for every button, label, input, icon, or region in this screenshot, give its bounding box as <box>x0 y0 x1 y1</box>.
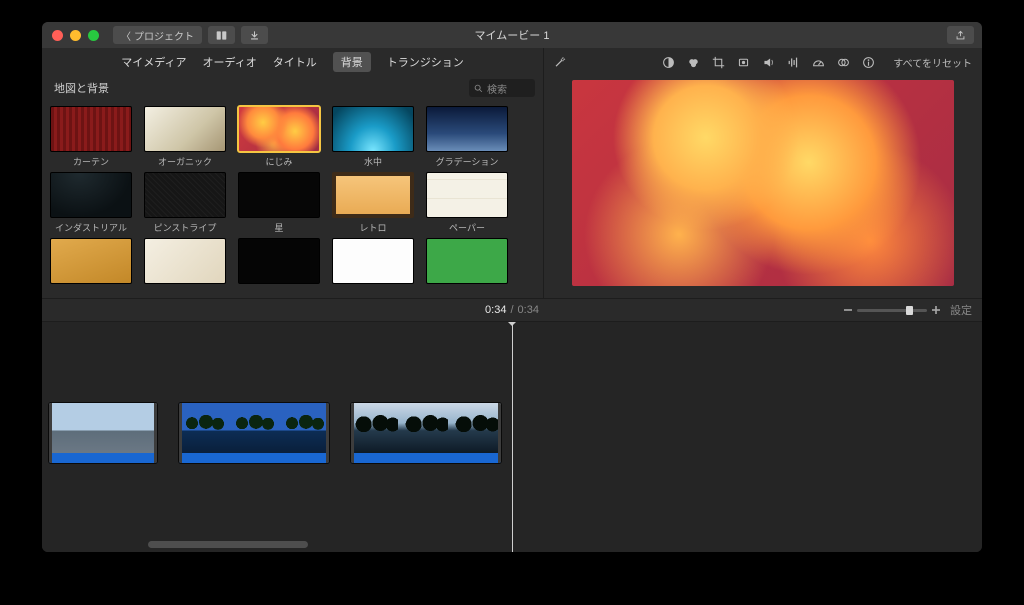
bg-thumb-3[interactable]: 水中 <box>332 106 414 168</box>
zoom-slider[interactable] <box>844 306 940 314</box>
timeline-settings-button[interactable]: 設定 <box>950 302 972 318</box>
back-projects-button[interactable]: 〈プロジェクト <box>113 26 202 44</box>
bg-thumb-11[interactable] <box>144 238 226 287</box>
close-button[interactable] <box>52 30 63 41</box>
reset-all-button[interactable]: すべてをリセット <box>893 55 972 70</box>
stabilize-icon[interactable] <box>737 56 750 69</box>
app-window: 〈プロジェクト マイムービー 1 マイメディア オーディオタイトル背景トランジショ… <box>42 22 982 552</box>
bg-thumb-0[interactable]: カーテン <box>50 106 132 168</box>
speed-icon[interactable] <box>812 56 825 69</box>
filter-icon[interactable] <box>837 56 850 69</box>
share-button[interactable] <box>947 26 974 44</box>
search-input[interactable]: 検索 <box>469 79 535 97</box>
library-button[interactable] <box>208 26 235 44</box>
bg-thumb-4[interactable]: グラデーション <box>426 106 508 168</box>
section-title: 地図と背景 <box>50 80 109 96</box>
info-icon[interactable] <box>862 56 875 69</box>
preview-pane: すべてをリセット <box>544 48 982 298</box>
adjust-toolbar: すべてをリセット <box>544 48 982 76</box>
clip-0[interactable] <box>48 402 158 464</box>
bg-thumb-2[interactable]: にじみ <box>238 106 320 168</box>
crop-icon[interactable] <box>712 56 725 69</box>
timeline-scrollbar[interactable] <box>148 541 308 548</box>
maximize-button[interactable] <box>88 30 99 41</box>
preview-viewer[interactable] <box>572 80 954 286</box>
volume-icon[interactable] <box>762 56 775 69</box>
time-current: 0:34 <box>485 304 506 316</box>
tab-1[interactable]: オーディオ <box>203 54 257 70</box>
clip-2[interactable] <box>350 402 502 464</box>
color-correction-icon[interactable] <box>687 56 700 69</box>
noise-reduction-icon[interactable] <box>787 56 800 69</box>
minimize-button[interactable] <box>70 30 81 41</box>
titlebar: 〈プロジェクト マイムービー 1 <box>42 22 982 48</box>
bg-thumb-6[interactable]: ピンストライプ <box>144 172 226 234</box>
bg-thumb-9[interactable]: ペーパー <box>426 172 508 234</box>
bg-thumb-14[interactable] <box>426 238 508 287</box>
time-total: 0:34 <box>518 304 539 316</box>
bg-thumb-1[interactable]: オーガニック <box>144 106 226 168</box>
timeline[interactable] <box>42 322 982 552</box>
playhead[interactable] <box>512 322 513 552</box>
browser-tabs: マイメディア オーディオタイトル背景トランジション <box>42 48 543 76</box>
color-balance-icon[interactable] <box>662 56 675 69</box>
bg-thumb-13[interactable] <box>332 238 414 287</box>
media-browser: マイメディア オーディオタイトル背景トランジション 地図と背景 検索 カーテンオー… <box>42 48 544 298</box>
import-button[interactable] <box>241 26 268 44</box>
tab-4[interactable]: トランジション <box>387 54 464 70</box>
tab-2[interactable]: タイトル <box>273 54 317 70</box>
tab-3[interactable]: 背景 <box>333 52 371 72</box>
traffic-lights <box>52 30 99 41</box>
background-grid: カーテンオーガニックにじみ水中グラデーションインダストリアルピンストライプ星レト… <box>42 100 543 298</box>
search-icon <box>474 84 483 93</box>
tab-0[interactable]: マイメディア <box>121 54 186 70</box>
time-header: 0:34 / 0:34 設定 <box>42 298 982 322</box>
clip-1[interactable] <box>178 402 330 464</box>
bg-thumb-8[interactable]: レトロ <box>332 172 414 234</box>
enhance-icon[interactable] <box>554 56 567 69</box>
bg-thumb-5[interactable]: インダストリアル <box>50 172 132 234</box>
window-title: マイムービー 1 <box>475 27 550 43</box>
bg-thumb-7[interactable]: 星 <box>238 172 320 234</box>
bg-thumb-12[interactable] <box>238 238 320 287</box>
bg-thumb-10[interactable] <box>50 238 132 287</box>
